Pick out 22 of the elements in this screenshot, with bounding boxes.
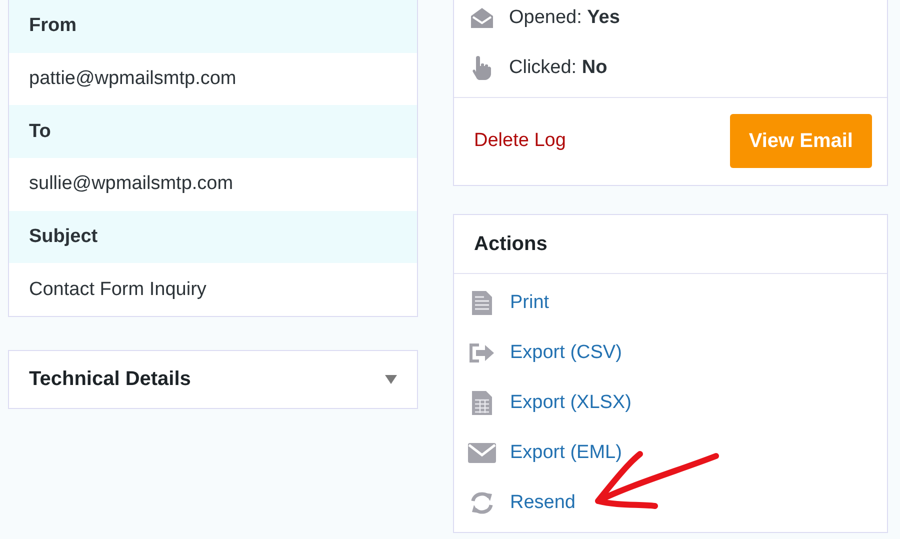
card-title: Actions: [454, 215, 887, 274]
field-label: From: [9, 0, 417, 53]
action-link[interactable]: Export (XLSX): [510, 392, 632, 414]
delete-log-link[interactable]: Delete Log: [474, 130, 566, 152]
action-link[interactable]: Print: [510, 292, 550, 314]
action-link[interactable]: Export (EML): [510, 442, 622, 464]
field-value: pattie@wpmailsmtp.com: [28, 67, 238, 92]
caret-icon[interactable]: [385, 375, 397, 384]
export-arrow-icon: [468, 343, 496, 363]
field-label: To: [9, 105, 417, 158]
status-text: Clicked: No: [509, 57, 608, 79]
field-value: Contact Form Inquiry: [28, 278, 208, 302]
status-text: Opened: Yes: [509, 7, 620, 29]
field-value: sullie@wpmailsmtp.com: [28, 172, 234, 196]
action-link[interactable]: Resend: [510, 492, 576, 514]
technical-details-panel[interactable]: Technical Details: [8, 350, 418, 410]
panel-title: Technical Details: [29, 368, 191, 392]
action-link[interactable]: Export (CSV): [510, 342, 622, 364]
field-label: Subject: [9, 210, 417, 264]
pointing-hand-icon: [471, 56, 493, 80]
open-envelope-icon: [471, 8, 493, 28]
envelope-icon: [468, 443, 496, 463]
